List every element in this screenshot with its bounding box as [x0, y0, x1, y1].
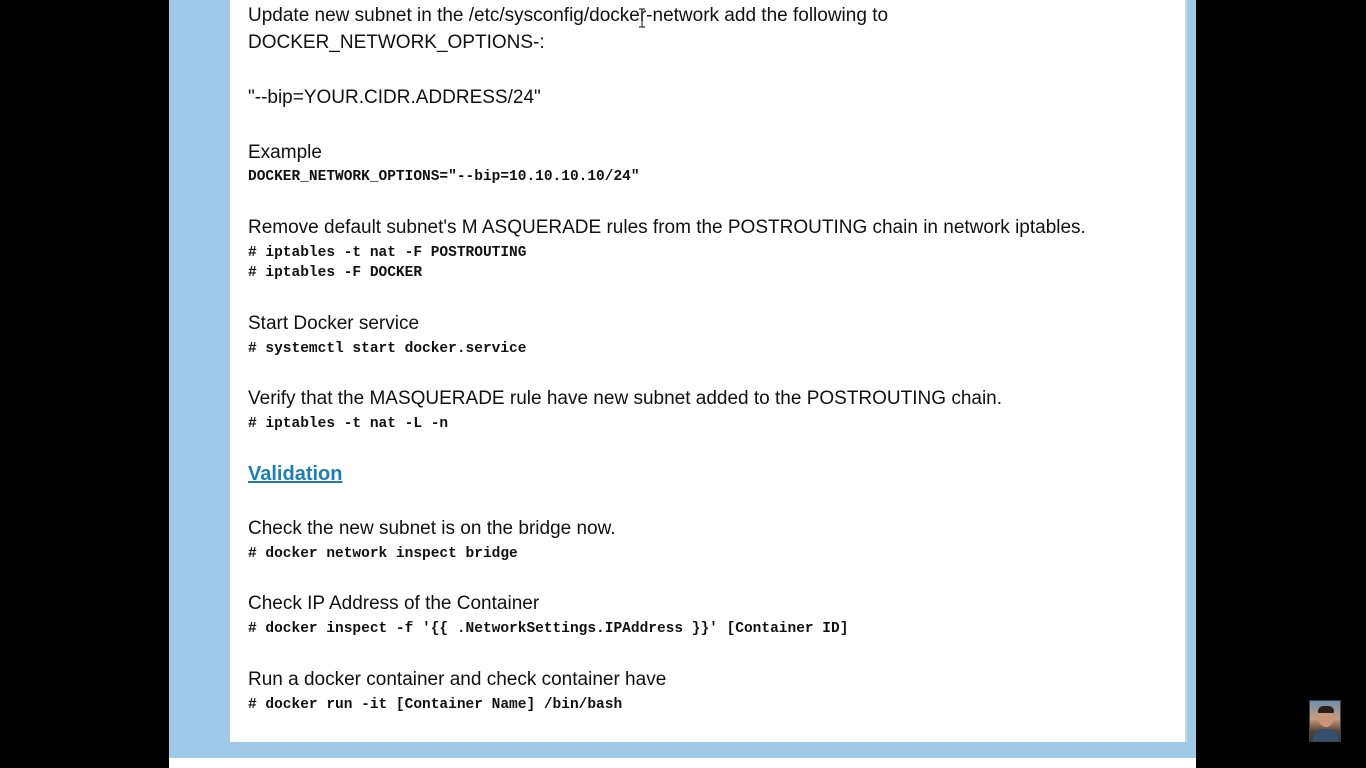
start-service-cmd: # systemctl start docker.service	[248, 341, 527, 357]
avatar-shirt	[1313, 729, 1339, 741]
verify-rule-text: Verify that the MASQUERADE rule have new…	[248, 388, 1003, 409]
example-code: DOCKER_NETWORK_OPTIONS="--bip=10.10.10.1…	[248, 169, 640, 185]
bip-value-text: "--bip=YOUR.CIDR.ADDRESS/24"	[248, 87, 541, 108]
verify-rule-cmd: # iptables -t nat -L -n	[248, 416, 449, 432]
bottom-strip	[169, 758, 1196, 768]
example-label: Example	[248, 142, 322, 163]
validation-heading-link[interactable]: Validation	[248, 463, 342, 486]
check-subnet-text: Check the new subnet is on the bridge no…	[248, 518, 616, 539]
start-service-text: Start Docker service	[248, 313, 420, 334]
check-ip-cmd: # docker inspect -f '{{ .NetworkSettings…	[248, 621, 849, 637]
update-instruction-line1: Update new subnet in the /etc/sysconfig/…	[248, 5, 889, 26]
run-container-cmd: # docker run -it [Container Name] /bin/b…	[248, 697, 623, 713]
run-container-text: Run a docker container and check contain…	[248, 669, 667, 690]
avatar-hair	[1318, 706, 1334, 713]
check-ip-text: Check IP Address of the Container	[248, 593, 540, 614]
i-beam-cursor-icon	[639, 8, 645, 28]
screen: Update new subnet in the /etc/sysconfig/…	[0, 0, 1366, 768]
presenter-avatar	[1309, 700, 1341, 742]
remove-rules-text: Remove default subnet's M ASQUERADE rule…	[248, 217, 1086, 238]
document-frame: Update new subnet in the /etc/sysconfig/…	[169, 0, 1196, 758]
document-page[interactable]: Update new subnet in the /etc/sysconfig/…	[230, 0, 1185, 742]
page-edge-divider	[1185, 0, 1187, 742]
remove-rules-cmd-postrouting: # iptables -t nat -F POSTROUTING	[248, 245, 527, 261]
update-instruction-line2: DOCKER_NETWORK_OPTIONS-:	[248, 32, 545, 53]
remove-rules-cmd-docker: # iptables -F DOCKER	[248, 265, 423, 281]
check-subnet-cmd: # docker network inspect bridge	[248, 546, 518, 562]
